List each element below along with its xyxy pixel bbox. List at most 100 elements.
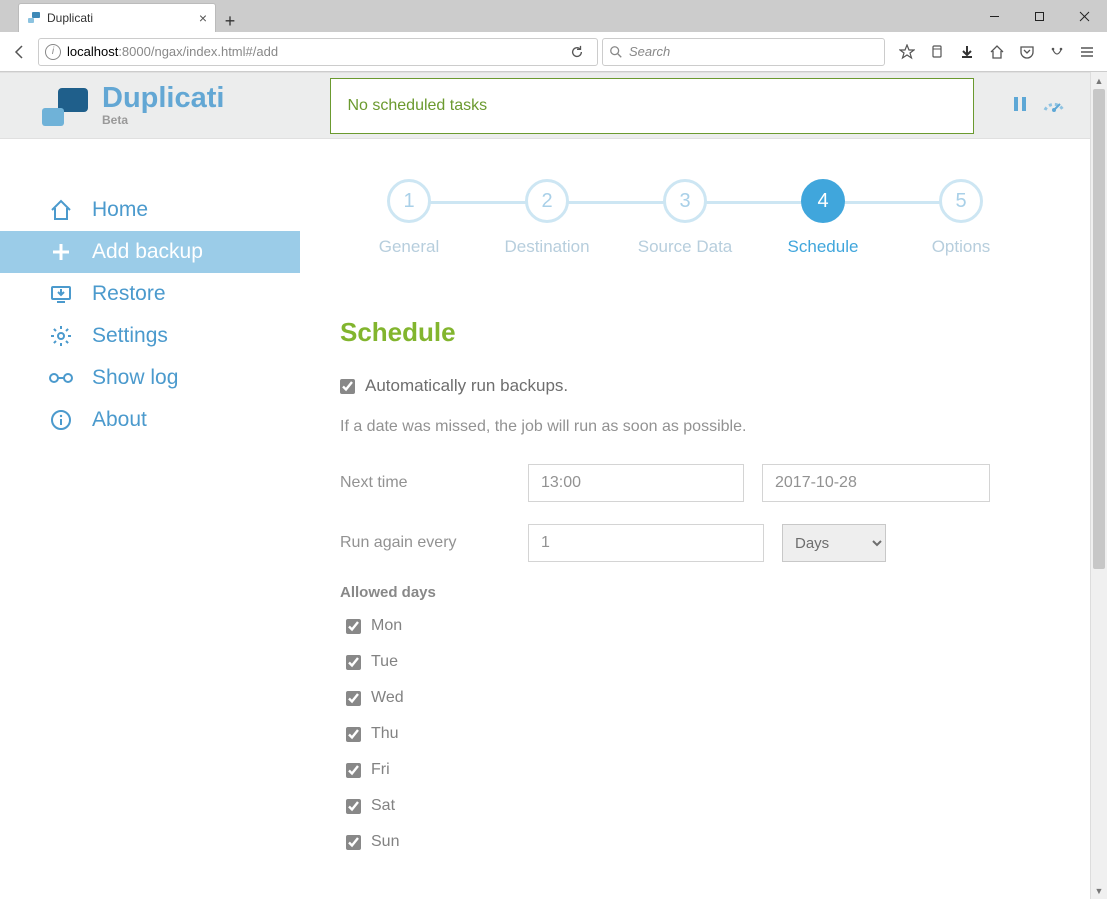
day-checkbox[interactable] — [346, 655, 361, 670]
next-time-input[interactable] — [528, 464, 744, 502]
day-checkbox[interactable] — [346, 727, 361, 742]
scroll-track[interactable] — [1091, 89, 1107, 882]
step-label: Schedule — [788, 237, 859, 257]
duplicati-logo-icon — [40, 84, 90, 128]
browser-search-box[interactable]: Search — [602, 38, 885, 66]
search-placeholder: Search — [629, 44, 670, 59]
run-again-value-input[interactable] — [528, 524, 764, 562]
day-checkbox[interactable] — [346, 691, 361, 706]
downloads-icon[interactable] — [953, 38, 981, 66]
scroll-thumb[interactable] — [1093, 89, 1105, 569]
menu-icon[interactable] — [1073, 38, 1101, 66]
day-checkbox[interactable] — [346, 763, 361, 778]
url-host: localhost — [67, 44, 118, 59]
gear-icon — [48, 323, 74, 349]
status-message: No scheduled tasks — [347, 97, 487, 115]
main-content: 1 General 2 Destination 3 Source Data 4 … — [300, 139, 1090, 891]
log-icon — [48, 365, 74, 391]
run-again-unit-select[interactable]: Days — [782, 524, 886, 562]
auto-run-row: Automatically run backups. — [340, 376, 1030, 396]
url-text: localhost:8000/ngax/index.html#/add — [67, 44, 278, 59]
day-mon[interactable]: Mon — [346, 617, 1030, 635]
section-title: Schedule — [340, 317, 1030, 348]
step-schedule[interactable]: 4 Schedule — [754, 179, 892, 257]
window-titlebar: Duplicati × + — [0, 0, 1107, 32]
sidebar-item-show-log[interactable]: Show log — [0, 357, 300, 399]
status-message-box: No scheduled tasks — [330, 78, 974, 134]
restore-icon — [48, 281, 74, 307]
app-logo[interactable]: Duplicati Beta — [40, 84, 224, 128]
step-number: 5 — [939, 179, 983, 223]
day-label: Thu — [371, 725, 399, 743]
info-icon — [48, 407, 74, 433]
library-icon[interactable] — [923, 38, 951, 66]
day-label: Mon — [371, 617, 402, 635]
sidebar: Home Add backup Restore Settings Show lo… — [0, 139, 300, 891]
reload-button[interactable] — [563, 38, 591, 66]
day-label: Sun — [371, 833, 399, 851]
step-label: Options — [932, 237, 991, 257]
day-checkbox[interactable] — [346, 619, 361, 634]
sidebar-item-label: Settings — [92, 324, 168, 348]
step-general[interactable]: 1 General — [340, 179, 478, 257]
day-label: Fri — [371, 761, 390, 779]
sidebar-item-about[interactable]: About — [0, 399, 300, 441]
home-icon[interactable] — [983, 38, 1011, 66]
pocket-icon[interactable] — [1013, 38, 1041, 66]
back-button[interactable] — [6, 38, 34, 66]
extension-icon[interactable] — [1043, 38, 1071, 66]
wizard-stepper: 1 General 2 Destination 3 Source Data 4 … — [340, 179, 1030, 257]
scroll-down-arrow[interactable]: ▼ — [1091, 882, 1107, 899]
sidebar-item-label: Show log — [92, 366, 178, 390]
step-options[interactable]: 5 Options — [892, 179, 1030, 257]
step-label: Source Data — [638, 237, 733, 257]
window-maximize-button[interactable] — [1017, 0, 1062, 32]
step-label: General — [379, 237, 439, 257]
schedule-hint: If a date was missed, the job will run a… — [340, 418, 1030, 436]
browser-toolbar: i localhost:8000/ngax/index.html#/add Se… — [0, 32, 1107, 72]
day-sat[interactable]: Sat — [346, 797, 1030, 815]
new-tab-button[interactable]: + — [216, 11, 244, 32]
step-number: 1 — [387, 179, 431, 223]
step-label: Destination — [504, 237, 589, 257]
site-info-icon[interactable]: i — [45, 44, 61, 60]
url-port: :8000 — [118, 44, 151, 59]
day-checkbox[interactable] — [346, 835, 361, 850]
scroll-up-arrow[interactable]: ▲ — [1091, 72, 1107, 89]
toolbar-icons — [893, 38, 1101, 66]
sidebar-item-restore[interactable]: Restore — [0, 273, 300, 315]
sidebar-item-home[interactable]: Home — [0, 189, 300, 231]
auto-run-label: Automatically run backups. — [365, 376, 568, 396]
bookmark-icon[interactable] — [893, 38, 921, 66]
day-checkbox[interactable] — [346, 799, 361, 814]
allowed-days-list: Mon Tue Wed Thu Fri Sat Sun — [340, 617, 1030, 851]
app-beta-label: Beta — [102, 113, 224, 127]
address-bar[interactable]: i localhost:8000/ngax/index.html#/add — [38, 38, 598, 66]
next-date-input[interactable] — [762, 464, 990, 502]
day-sun[interactable]: Sun — [346, 833, 1030, 851]
sidebar-item-settings[interactable]: Settings — [0, 315, 300, 357]
window-close-button[interactable] — [1062, 0, 1107, 32]
day-thu[interactable]: Thu — [346, 725, 1030, 743]
sidebar-item-add-backup[interactable]: Add backup — [0, 231, 300, 273]
step-destination[interactable]: 2 Destination — [478, 179, 616, 257]
browser-tab[interactable]: Duplicati × — [18, 3, 216, 32]
search-icon — [609, 45, 623, 59]
auto-run-checkbox[interactable] — [340, 379, 355, 394]
vertical-scrollbar[interactable]: ▲ ▼ — [1090, 72, 1107, 899]
window-minimize-button[interactable] — [972, 0, 1017, 32]
sidebar-item-label: Home — [92, 198, 148, 222]
pause-icon[interactable] — [1010, 94, 1030, 117]
app-name: Duplicati — [102, 84, 224, 113]
day-tue[interactable]: Tue — [346, 653, 1030, 671]
throttle-icon[interactable] — [1042, 94, 1066, 117]
step-number: 2 — [525, 179, 569, 223]
day-wed[interactable]: Wed — [346, 689, 1030, 707]
day-label: Tue — [371, 653, 398, 671]
run-again-row: Run again every Days — [340, 524, 1030, 562]
day-fri[interactable]: Fri — [346, 761, 1030, 779]
tab-favicon — [27, 11, 41, 25]
step-source-data[interactable]: 3 Source Data — [616, 179, 754, 257]
plus-icon — [48, 239, 74, 265]
tab-close-icon[interactable]: × — [199, 10, 207, 26]
